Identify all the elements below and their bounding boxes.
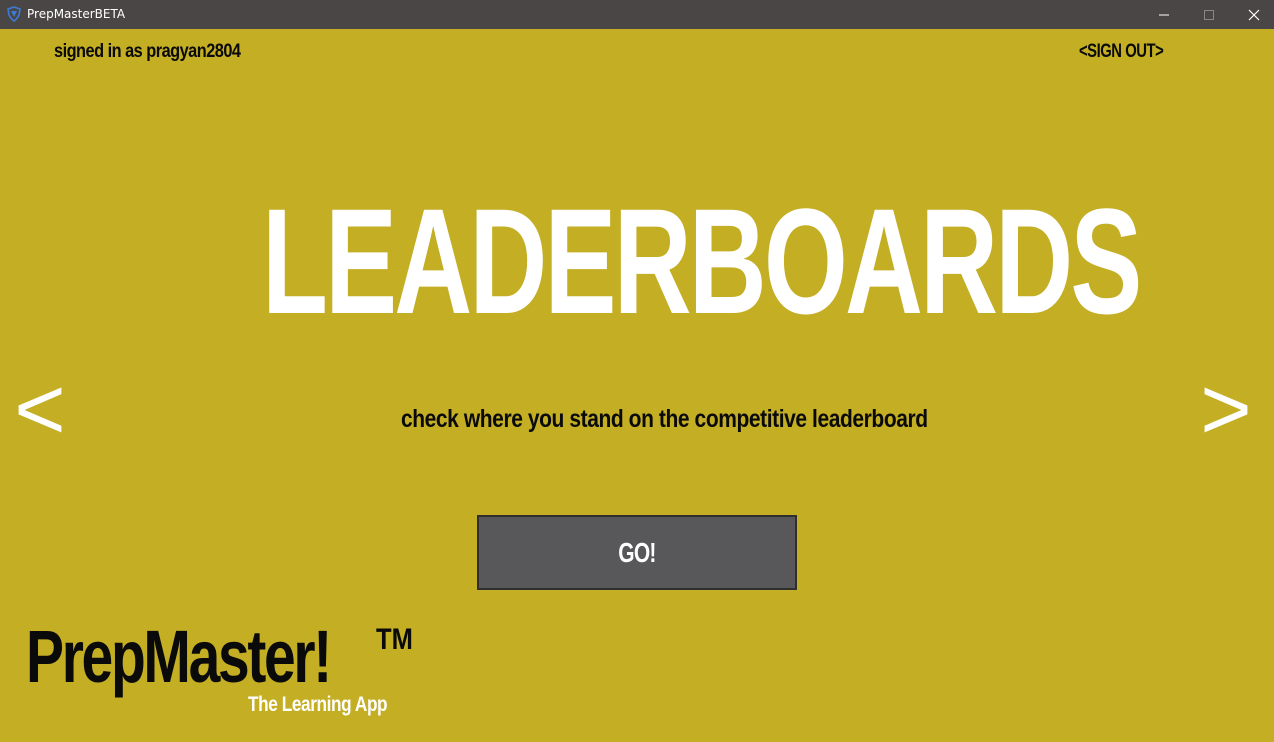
page-description: check where you stand on the competitive… <box>401 405 928 433</box>
main-stage: signed in as pragyan2804 <SIGN OUT> LEAD… <box>0 29 1274 742</box>
page-title: LEADERBOARDS <box>262 177 1142 345</box>
maximize-button[interactable] <box>1186 0 1232 29</box>
next-arrow-button[interactable]: > <box>1190 364 1262 454</box>
window-title: PrepMasterBETA <box>27 7 126 21</box>
app-shield-icon <box>7 6 21 22</box>
previous-arrow-button[interactable]: < <box>4 364 76 454</box>
signed-in-label: signed in as pragyan2804 <box>54 41 241 62</box>
minimize-icon <box>1159 14 1169 15</box>
go-button-label: GO! <box>618 536 656 568</box>
close-icon <box>1248 9 1260 20</box>
logo-wordmark: PrepMaster! <box>26 615 332 698</box>
window-titlebar: PrepMasterBETA <box>0 0 1274 29</box>
logo-tagline: The Learning App <box>248 693 388 716</box>
prepmaster-logo: PrepMaster! TM The Learning App <box>26 617 426 727</box>
sign-out-link[interactable]: <SIGN OUT> <box>1079 41 1164 63</box>
minimize-button[interactable] <box>1141 0 1187 29</box>
logo-trademark: TM <box>376 623 413 656</box>
close-button[interactable] <box>1231 0 1274 29</box>
maximize-icon <box>1204 9 1214 20</box>
go-button[interactable]: GO! <box>477 515 797 590</box>
